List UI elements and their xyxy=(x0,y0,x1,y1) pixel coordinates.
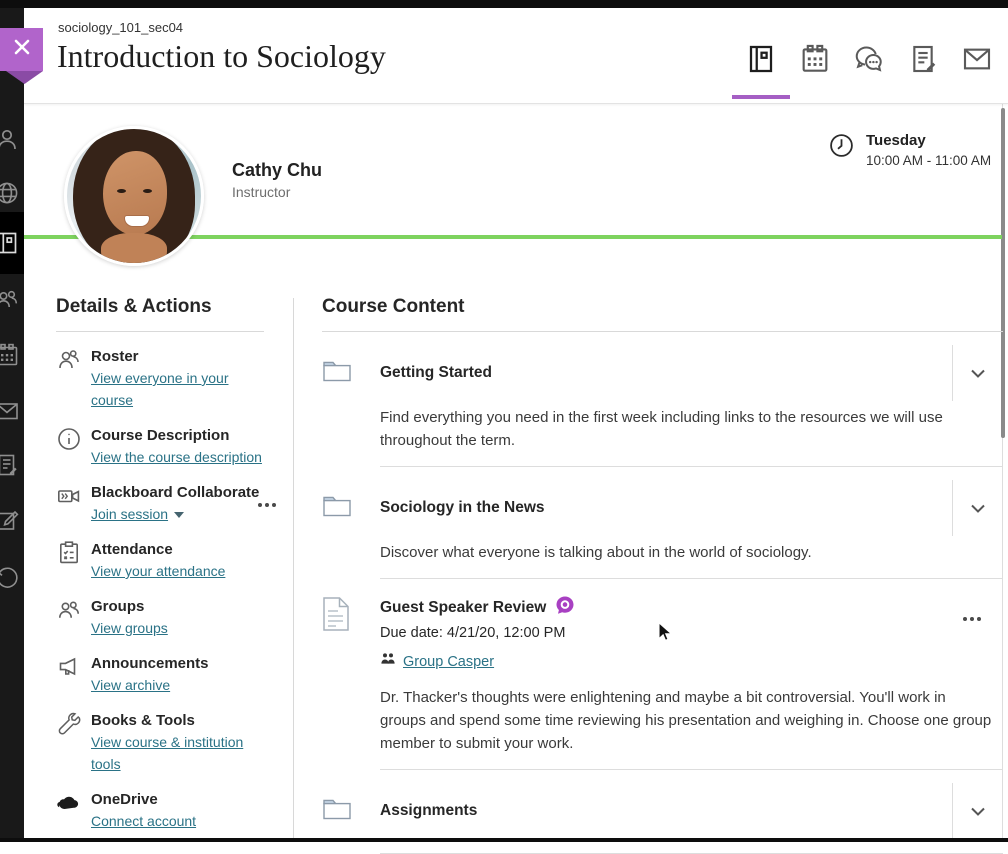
tab-discussions[interactable] xyxy=(852,44,886,78)
content-item-description: Find everything you need in the first we… xyxy=(380,406,992,452)
roster-icon xyxy=(56,347,82,373)
course-description-link[interactable]: View the course description xyxy=(91,449,262,465)
discussions-icon xyxy=(853,43,885,80)
content-item-description: Dr. Thacker's thoughts were enlightening… xyxy=(380,686,992,755)
group-link[interactable]: Group Casper xyxy=(403,654,494,670)
tab-gradebook[interactable] xyxy=(906,44,940,78)
conversation-badge-icon[interactable] xyxy=(555,595,575,620)
details-actions-panel: Details & Actions Roster View everyone i… xyxy=(56,296,264,832)
details-item-title: Groups xyxy=(91,597,264,617)
details-item-title: Roster xyxy=(91,347,264,367)
details-item-title: Blackboard Collaborate xyxy=(91,483,264,503)
tab-course-content[interactable] xyxy=(744,44,778,78)
globe-icon[interactable] xyxy=(0,180,20,206)
join-session-link[interactable]: Join session xyxy=(91,503,168,525)
details-item-collaborate: Blackboard Collaborate Join session xyxy=(56,483,264,525)
app-sidebar xyxy=(0,8,24,838)
details-item-roster: Roster View everyone in your course xyxy=(56,347,264,411)
collaborate-menu-ellipsis[interactable] xyxy=(251,499,280,511)
details-item-course-description: Course Description View the course descr… xyxy=(56,426,264,468)
content-item-sociology-news: Sociology in the News Discover what ever… xyxy=(322,467,1003,578)
group-icon xyxy=(380,651,396,672)
content-item-title[interactable]: Getting Started xyxy=(380,364,952,382)
books-tools-link[interactable]: View course & institution tools xyxy=(91,734,243,772)
profile-icon[interactable] xyxy=(0,126,20,152)
messages-icon[interactable] xyxy=(0,398,20,424)
course-top-nav xyxy=(744,44,994,78)
content-item-title[interactable]: Assignments xyxy=(380,802,952,820)
content-item-guest-speaker-review: Guest Speaker Review Due date: 4/21/20, … xyxy=(322,579,1003,769)
document-icon xyxy=(322,619,350,636)
chevron-down-icon[interactable] xyxy=(966,361,990,385)
history-icon[interactable] xyxy=(0,564,20,590)
instructor-name: Cathy Chu xyxy=(232,160,322,181)
onedrive-link[interactable]: Connect account xyxy=(91,813,196,829)
details-item-books-tools: Books & Tools View course & institution … xyxy=(56,711,264,775)
attendance-icon xyxy=(56,540,82,566)
due-date: Due date: 4/21/20, 12:00 PM xyxy=(380,625,575,641)
details-item-groups: Groups View groups xyxy=(56,597,264,639)
details-item-attendance: Attendance View your attendance xyxy=(56,540,264,582)
folder-icon xyxy=(322,493,352,524)
instructor-role: Instructor xyxy=(232,184,290,200)
megaphone-icon xyxy=(56,654,82,680)
gradebook-icon xyxy=(907,43,939,80)
video-camera-icon xyxy=(56,483,82,509)
gradebook-icon[interactable] xyxy=(0,452,20,478)
groups-link[interactable]: View groups xyxy=(91,620,168,636)
details-item-title: OneDrive xyxy=(91,790,264,810)
details-heading: Details & Actions xyxy=(56,296,264,318)
calendar-icon xyxy=(799,43,831,80)
course-id: sociology_101_sec04 xyxy=(58,20,183,35)
window-bottom-edge xyxy=(0,838,1008,842)
onedrive-cloud-icon xyxy=(56,790,82,816)
window-top-edge xyxy=(0,0,1008,8)
chevron-down-icon[interactable] xyxy=(966,799,990,823)
content-item-description: Discover what everyone is talking about … xyxy=(380,541,992,564)
schedule-day: Tuesday xyxy=(866,132,991,149)
groups-icon xyxy=(56,597,82,623)
wrench-icon xyxy=(56,711,82,737)
caret-down-icon[interactable] xyxy=(174,505,184,523)
page-title: Introduction to Sociology xyxy=(57,38,386,75)
folder-icon xyxy=(322,796,352,827)
class-schedule: Tuesday 10:00 AM - 11:00 AM xyxy=(828,132,991,168)
calendar-icon[interactable] xyxy=(0,342,20,368)
close-icon xyxy=(12,37,32,62)
item-menu-ellipsis[interactable] xyxy=(956,613,985,625)
details-item-title: Course Description xyxy=(91,426,264,446)
groups-icon[interactable] xyxy=(0,286,20,312)
course-content-icon[interactable] xyxy=(0,230,20,256)
details-item-onedrive: OneDrive Connect account xyxy=(56,790,264,832)
attendance-link[interactable]: View your attendance xyxy=(91,563,225,579)
clock-icon xyxy=(828,132,855,168)
details-item-title: Announcements xyxy=(91,654,264,674)
course-content-panel: Course Content Getting Started Find ever… xyxy=(322,296,1003,854)
instructor-avatar xyxy=(64,126,204,266)
info-icon xyxy=(56,426,82,452)
schedule-time: 10:00 AM - 11:00 AM xyxy=(866,153,991,168)
announcements-link[interactable]: View archive xyxy=(91,677,170,693)
tab-messages[interactable] xyxy=(960,44,994,78)
details-item-announcements: Announcements View archive xyxy=(56,654,264,696)
compose-icon[interactable] xyxy=(0,507,20,533)
course-content-heading: Course Content xyxy=(322,296,1003,318)
chevron-down-icon[interactable] xyxy=(966,496,990,520)
folder-icon xyxy=(322,358,352,389)
content-item-title[interactable]: Guest Speaker Review xyxy=(380,599,546,617)
close-button[interactable] xyxy=(0,28,43,71)
panel-divider xyxy=(293,298,294,838)
details-item-title: Books & Tools xyxy=(91,711,264,731)
content-item-title[interactable]: Sociology in the News xyxy=(380,499,952,517)
course-header: sociology_101_sec04 Introduction to Soci… xyxy=(24,8,1008,104)
details-item-title: Attendance xyxy=(91,540,264,560)
tab-calendar[interactable] xyxy=(798,44,832,78)
messages-icon xyxy=(961,43,993,80)
content-item-getting-started: Getting Started Find everything you need… xyxy=(322,332,1003,466)
course-content-icon xyxy=(745,43,777,80)
roster-link[interactable]: View everyone in your course xyxy=(91,370,228,408)
